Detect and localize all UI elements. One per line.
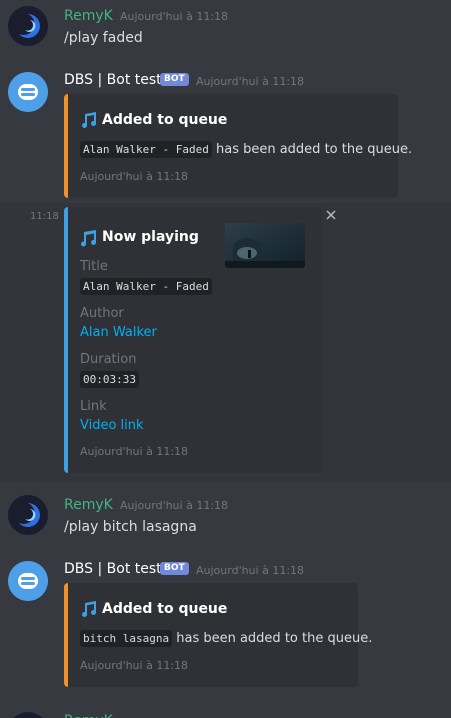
embed-added-to-queue: Added to queue bitch lasagna has been ad…	[64, 583, 372, 687]
avatar[interactable]	[8, 561, 48, 601]
embed-footer: Aujourd'hui à 11:18	[80, 659, 189, 672]
message-remyk-1: RemyK Aujourd'hui à 11:18 /play faded	[0, 0, 451, 60]
embed-now-playing: Now playing Title Alan Walker - Faded Au…	[64, 207, 322, 473]
username[interactable]: DBS | Bot test	[64, 561, 162, 577]
title-code: Alan Walker - Faded	[80, 278, 212, 295]
field-name-title: Title	[80, 259, 108, 274]
field-name-author: Author	[80, 306, 124, 321]
embed-title: Now playing	[102, 229, 199, 245]
avatar[interactable]	[8, 495, 48, 535]
username[interactable]: RemyK	[64, 713, 113, 718]
username[interactable]: DBS | Bot test	[64, 72, 162, 88]
avatar[interactable]	[8, 6, 48, 46]
username[interactable]: RemyK	[64, 8, 113, 24]
music-notes-icon	[80, 600, 98, 622]
bot-badge: BOT	[160, 73, 189, 86]
embed-added-to-queue: Added to queue Alan Walker - Faded has b…	[64, 94, 412, 198]
embed-accent-bar	[64, 94, 68, 198]
duration-code: 00:03:33	[80, 371, 139, 388]
close-icon[interactable]	[324, 207, 338, 221]
song-code: bitch lasagna	[80, 630, 173, 647]
timestamp: Aujourd'hui à 11:18	[120, 499, 229, 512]
user-avatar-icon	[8, 6, 48, 46]
author-link[interactable]: Alan Walker	[80, 325, 157, 340]
timestamp: Aujourd'hui à 11:18	[196, 75, 305, 88]
message-remyk-2: RemyK Aujourd'hui à 11:18 /play bitch la…	[0, 490, 451, 548]
username[interactable]: RemyK	[64, 497, 113, 513]
video-link[interactable]: Video link	[80, 418, 144, 433]
message-remyk-3-partial: RemyK	[0, 700, 451, 718]
embed-description: bitch lasagna has been added to the queu…	[80, 630, 373, 647]
embed-footer: Aujourd'hui à 11:18	[80, 170, 189, 183]
embed-description: Alan Walker - Faded has been added to th…	[80, 141, 413, 158]
bot-badge: BOT	[160, 562, 189, 575]
field-value-title: Alan Walker - Faded	[80, 278, 212, 295]
embed-desc-text: has been added to the queue.	[215, 142, 413, 157]
timestamp: Aujourd'hui à 11:18	[120, 10, 229, 23]
video-thumbnail[interactable]	[225, 223, 305, 268]
embed-title: Added to queue	[102, 601, 228, 617]
message-bot-now-playing: 11:18 Now playing Title Alan Walker - Fa…	[0, 203, 451, 483]
user-avatar-icon	[8, 495, 48, 535]
embed-desc-text: has been added to the queue.	[176, 631, 373, 646]
message-content: /play faded	[64, 30, 143, 46]
message-content: /play bitch lasagna	[64, 519, 197, 535]
bot-avatar-icon	[8, 72, 48, 112]
field-name-link: Link	[80, 399, 107, 414]
embed-title: Added to queue	[102, 112, 228, 128]
message-bot-1: DBS | Bot test BOT Aujourd'hui à 11:18 A…	[0, 66, 451, 202]
embed-accent-bar	[64, 583, 68, 687]
song-code: Alan Walker - Faded	[80, 141, 212, 158]
embed-footer: Aujourd'hui à 11:18	[80, 445, 189, 458]
field-name-duration: Duration	[80, 352, 137, 367]
embed-accent-bar	[64, 207, 68, 473]
avatar[interactable]	[8, 72, 48, 112]
music-note-icon	[80, 229, 98, 251]
bot-avatar-icon	[8, 561, 48, 601]
avatar[interactable]	[8, 712, 48, 718]
field-value-duration: 00:03:33	[80, 371, 139, 388]
music-notes-icon	[80, 111, 98, 133]
message-bot-2: DBS | Bot test BOT Aujourd'hui à 11:18 A…	[0, 555, 451, 695]
timestamp: Aujourd'hui à 11:18	[196, 564, 305, 577]
user-avatar-icon	[13, 712, 43, 718]
side-timestamp: 11:18	[30, 211, 59, 222]
